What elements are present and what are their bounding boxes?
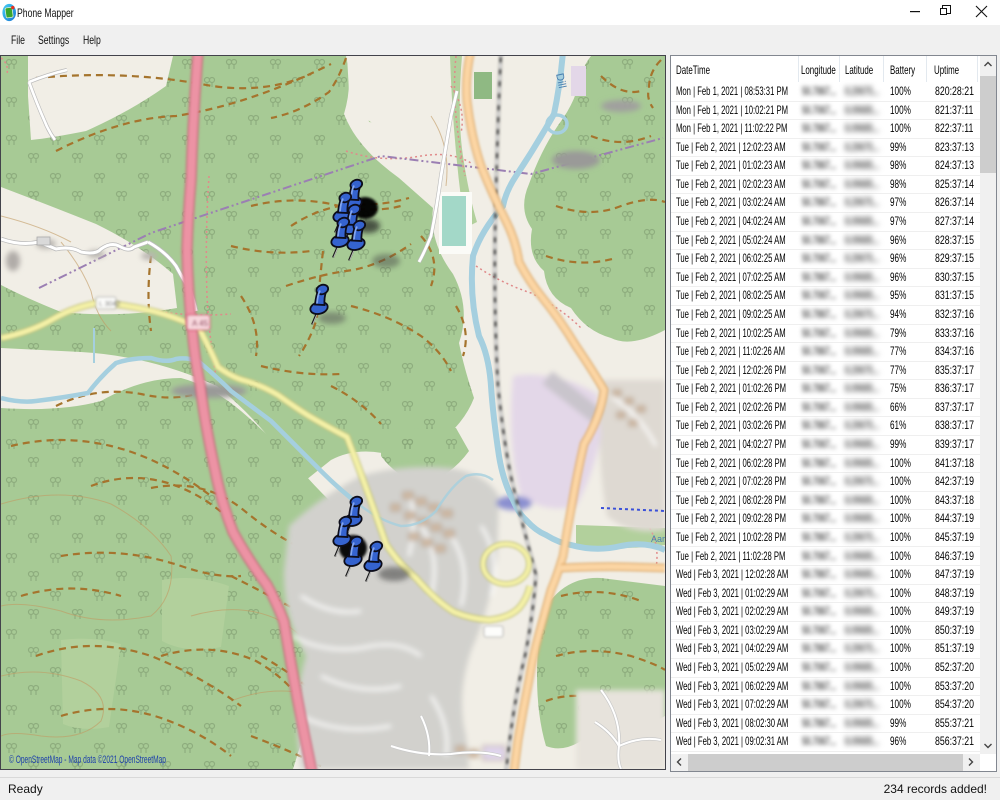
svg-text:L 3042: L 3042 (99, 301, 120, 308)
svg-text:© OpenStreetMap - Map data ©20: © OpenStreetMap - Map data ©2021 OpenStr… (9, 754, 166, 766)
svg-text:A 45: A 45 (192, 319, 209, 328)
svg-text:Aar: Aar (651, 534, 665, 544)
